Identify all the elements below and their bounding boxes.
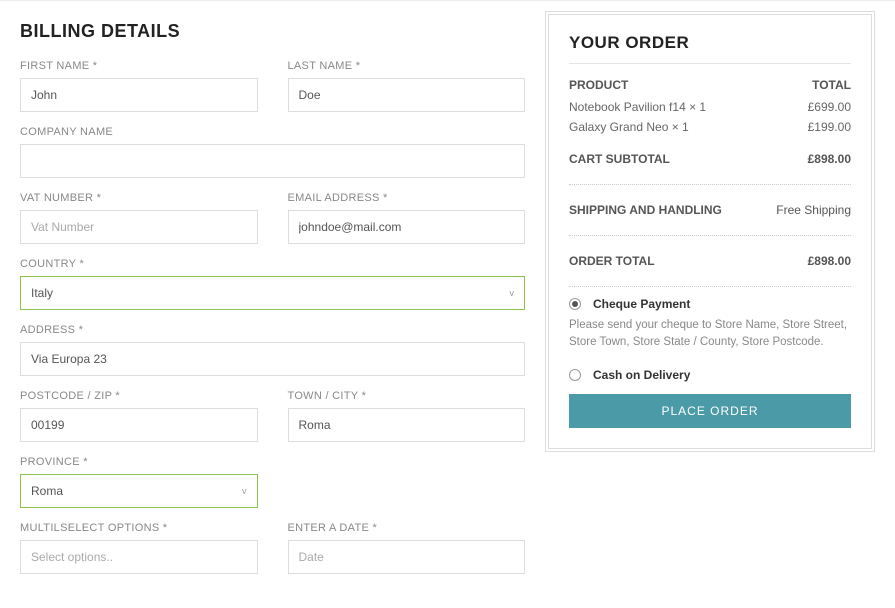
town-input[interactable] <box>288 408 526 442</box>
multiselect-input[interactable]: Select options.. <box>20 540 258 574</box>
order-item-name: Galaxy Grand Neo × 1 <box>569 120 689 134</box>
radio-icon <box>569 369 581 381</box>
province-select[interactable]: Roma v <box>20 474 258 508</box>
postcode-input[interactable] <box>20 408 258 442</box>
header-total: TOTAL <box>812 78 851 92</box>
payment-cod[interactable]: Cash on Delivery <box>569 368 851 382</box>
company-input[interactable] <box>20 144 525 178</box>
multiselect-label: MULTILSELECT OPTIONS * <box>20 522 258 534</box>
header-product: PRODUCT <box>569 78 628 92</box>
email-label: EMAIL ADDRESS * <box>288 192 526 204</box>
multiselect-placeholder: Select options.. <box>31 550 113 564</box>
country-value: Italy <box>31 286 53 300</box>
postcode-label: POSTCODE / ZIP * <box>20 390 258 402</box>
date-input[interactable] <box>288 540 526 574</box>
order-item-name: Notebook Pavilion f14 × 1 <box>569 100 706 114</box>
subtotal-label: CART SUBTOTAL <box>569 152 670 166</box>
chevron-down-icon: v <box>510 288 515 298</box>
province-label: PROVINCE * <box>20 456 258 468</box>
last-name-input[interactable] <box>288 78 526 112</box>
first-name-label: FIRST NAME * <box>20 60 258 72</box>
order-item: Notebook Pavilion f14 × 1 £699.00 <box>569 100 851 114</box>
country-label: COUNTRY * <box>20 258 525 270</box>
date-label: ENTER A DATE * <box>288 522 526 534</box>
last-name-label: LAST NAME * <box>288 60 526 72</box>
town-label: TOWN / CITY * <box>288 390 526 402</box>
payment-cod-label: Cash on Delivery <box>593 368 690 382</box>
total-label: ORDER TOTAL <box>569 254 655 268</box>
order-item-price: £199.00 <box>808 120 851 134</box>
vat-input[interactable] <box>20 210 258 244</box>
order-item: Galaxy Grand Neo × 1 £199.00 <box>569 120 851 134</box>
email-input[interactable] <box>288 210 526 244</box>
divider <box>569 63 851 64</box>
country-select[interactable]: Italy v <box>20 276 525 310</box>
address-label: ADDRESS * <box>20 324 525 336</box>
payment-cheque-label: Cheque Payment <box>593 297 690 311</box>
first-name-input[interactable] <box>20 78 258 112</box>
shipping-value: Free Shipping <box>776 203 851 217</box>
order-summary: YOUR ORDER PRODUCT TOTAL Notebook Pavili… <box>545 11 875 452</box>
shipping-label: SHIPPING AND HANDLING <box>569 203 722 217</box>
divider <box>569 286 851 287</box>
province-value: Roma <box>31 484 63 498</box>
payment-cheque[interactable]: Cheque Payment <box>569 297 851 311</box>
chevron-down-icon: v <box>242 486 247 496</box>
total-value: £898.00 <box>808 254 851 268</box>
order-title: YOUR ORDER <box>569 33 851 53</box>
address-input[interactable] <box>20 342 525 376</box>
subtotal-value: £898.00 <box>808 152 851 166</box>
billing-title: BILLING DETAILS <box>20 21 525 42</box>
payment-cheque-desc: Please send your cheque to Store Name, S… <box>569 317 851 352</box>
divider <box>569 235 851 236</box>
order-item-price: £699.00 <box>808 100 851 114</box>
radio-icon <box>569 298 581 310</box>
vat-label: VAT NUMBER * <box>20 192 258 204</box>
divider <box>569 184 851 185</box>
company-label: COMPANY NAME <box>20 126 525 138</box>
place-order-button[interactable]: PLACE ORDER <box>569 394 851 428</box>
